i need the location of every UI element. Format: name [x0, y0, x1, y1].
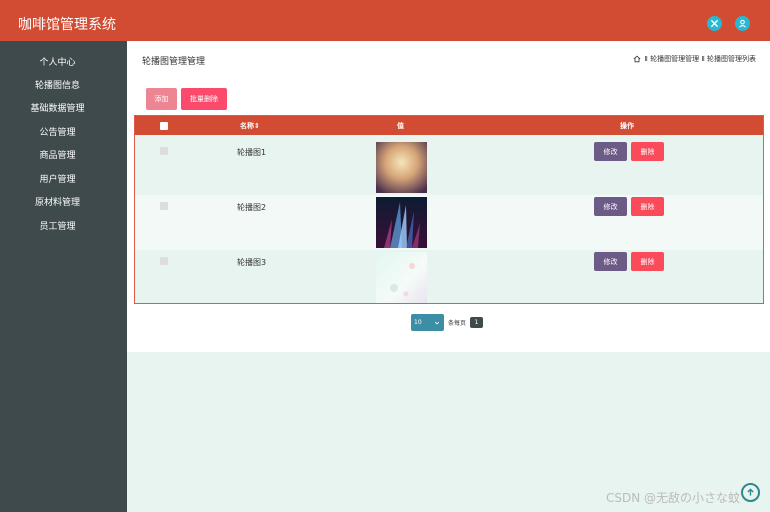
- column-header-value: 值: [397, 122, 404, 130]
- sidebar-item-staff[interactable]: 员工管理: [0, 220, 115, 234]
- sidebar-item-goods[interactable]: 商品管理: [0, 149, 115, 163]
- watermark: CSDN @无敌の小さな蚊: [606, 491, 741, 505]
- delete-button[interactable]: 删除: [631, 252, 664, 271]
- select-all-checkbox[interactable]: [160, 122, 168, 130]
- sidebar-item-notice[interactable]: 公告管理: [0, 126, 115, 140]
- sidebar-item-materials[interactable]: 原材料管理: [0, 196, 115, 210]
- home-icon[interactable]: [633, 55, 641, 63]
- row-name: 轮播图3: [237, 258, 267, 267]
- top-bar: 咖啡馆管理系统: [0, 0, 770, 41]
- user-icon[interactable]: [735, 16, 750, 31]
- tools-icon[interactable]: [707, 16, 722, 31]
- sidebar-item-users[interactable]: 用户管理: [0, 173, 115, 187]
- delete-button[interactable]: 删除: [631, 197, 664, 216]
- row-checkbox[interactable]: [160, 147, 168, 155]
- row-checkbox[interactable]: [160, 257, 168, 265]
- scroll-top-button[interactable]: [741, 483, 760, 502]
- page-number[interactable]: 1: [470, 317, 484, 328]
- arrow-up-icon: [747, 488, 754, 496]
- carousel-image-thumbnail: [376, 142, 427, 193]
- row-name: 轮播图1: [237, 148, 267, 157]
- row-checkbox[interactable]: [160, 202, 168, 210]
- breadcrumb-text: Ⅱ 轮播图管理管理 Ⅱ 轮播图管理列表: [644, 55, 756, 63]
- carousel-image-thumbnail: [376, 197, 427, 248]
- add-button[interactable]: 添加: [146, 88, 177, 110]
- column-header-name[interactable]: 名称⇕: [240, 121, 260, 131]
- batch-delete-button[interactable]: 批量删除: [181, 88, 227, 110]
- per-page-label: 条每页: [448, 320, 467, 327]
- table-header: 名称⇕ 值 操作: [135, 116, 763, 135]
- app-title: 咖啡馆管理系统: [18, 17, 116, 33]
- sort-icon[interactable]: ⇕: [254, 122, 260, 130]
- pagination: 10 条每页 1: [411, 314, 484, 331]
- edit-button[interactable]: 修改: [594, 252, 627, 271]
- breadcrumb: Ⅱ 轮播图管理管理 Ⅱ 轮播图管理列表: [633, 54, 756, 64]
- edit-button[interactable]: 修改: [594, 142, 627, 161]
- page-size-select[interactable]: 10: [411, 314, 444, 331]
- carousel-table: 名称⇕ 值 操作 轮播图1 修改 删除 轮播图2 修改 删除 轮播图3 修改 删…: [134, 115, 764, 304]
- carousel-image-thumbnail: [376, 252, 427, 303]
- sidebar-item-profile[interactable]: 个人中心: [0, 56, 115, 70]
- delete-button[interactable]: 删除: [631, 142, 664, 161]
- sidebar: 个人中心 轮播图信息 基础数据管理 公告管理 商品管理 用户管理 原材料管理 员…: [0, 41, 127, 512]
- column-header-actions: 操作: [620, 122, 634, 130]
- edit-button[interactable]: 修改: [594, 197, 627, 216]
- row-name: 轮播图2: [237, 203, 267, 212]
- table-row: 轮播图3 修改 删除: [135, 250, 763, 305]
- sidebar-item-carousel[interactable]: 轮播图信息: [0, 79, 115, 93]
- table-row: 轮播图2 修改 删除: [135, 195, 763, 250]
- page-title: 轮播图管理管理: [142, 57, 206, 67]
- sidebar-item-basic-data[interactable]: 基础数据管理: [0, 102, 115, 116]
- main-content: 轮播图管理管理 Ⅱ 轮播图管理管理 Ⅱ 轮播图管理列表 添加 批量删除 名称⇕ …: [127, 41, 770, 352]
- table-row: 轮播图1 修改 删除: [135, 140, 763, 195]
- chevron-down-icon: [434, 321, 440, 325]
